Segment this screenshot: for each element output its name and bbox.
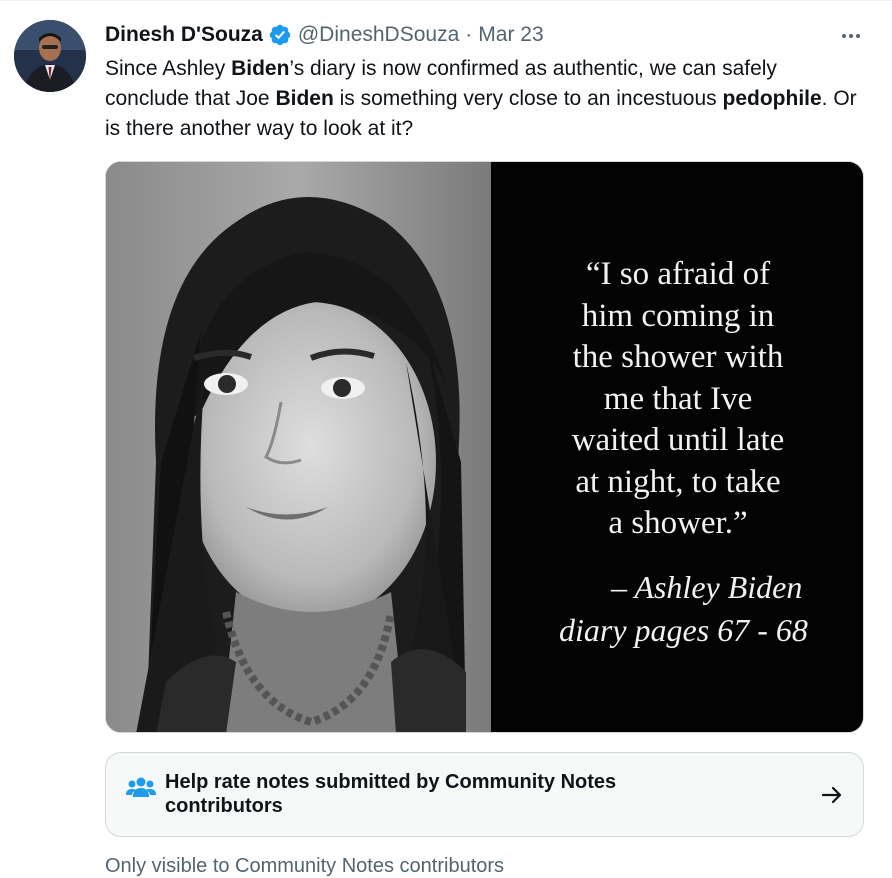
tweet-media[interactable]: “I so afraid of him coming in the shower…	[105, 161, 864, 733]
tweet-text-bold: pedophile	[722, 87, 822, 110]
tweet-date[interactable]: Mar 23	[478, 23, 543, 47]
visibility-note: Only visible to Community Notes contribu…	[105, 855, 505, 877]
arrow-right-icon[interactable]	[820, 783, 844, 807]
diary-quote: “I so afraid of him coming in the shower…	[491, 254, 863, 545]
quote-line: the shower with	[572, 339, 784, 375]
header-separator: ·	[465, 23, 473, 46]
tweet-text: Since Ashley Biden’s diary is now confir…	[105, 54, 865, 144]
quote-panel: “I so afraid of him coming in the shower…	[491, 162, 863, 732]
more-options-icon[interactable]	[836, 24, 866, 48]
community-notes-prompt: Help rate notes submitted by Community N…	[165, 771, 617, 817]
verified-badge-icon	[268, 23, 292, 47]
community-notes-card[interactable]: Help rate notes submitted by Community N…	[105, 752, 864, 837]
top-divider	[0, 0, 892, 1]
author-name[interactable]: Dinesh D'Souza	[105, 23, 263, 47]
quote-line: him coming in	[581, 297, 775, 334]
quote-line: “I so afraid of	[585, 256, 771, 292]
quote-line: waited until late	[571, 422, 785, 458]
avatar[interactable]	[14, 20, 86, 92]
media-photo	[106, 162, 491, 732]
avatar-image	[14, 20, 86, 92]
quote-line: a shower.”	[608, 505, 748, 541]
quote-line: me that Ive	[603, 380, 753, 417]
tweet-header: Dinesh D'Souza @DineshDSouza · Mar 23	[105, 21, 544, 49]
attribution-author: – Ashley Biden	[611, 569, 803, 605]
tweet-text-part: Since Ashley	[105, 57, 232, 80]
quote-line: at night, to take	[575, 463, 781, 500]
tweet-text-bold: Biden	[275, 87, 334, 110]
tweet-text-part: is something very close to an incestuous	[333, 87, 723, 110]
attribution-source: diary pages 67 - 68	[559, 612, 808, 648]
community-notes-people-icon	[126, 775, 156, 801]
tweet-text-bold: Biden	[231, 57, 290, 80]
author-handle[interactable]: @DineshDSouza	[298, 23, 459, 47]
